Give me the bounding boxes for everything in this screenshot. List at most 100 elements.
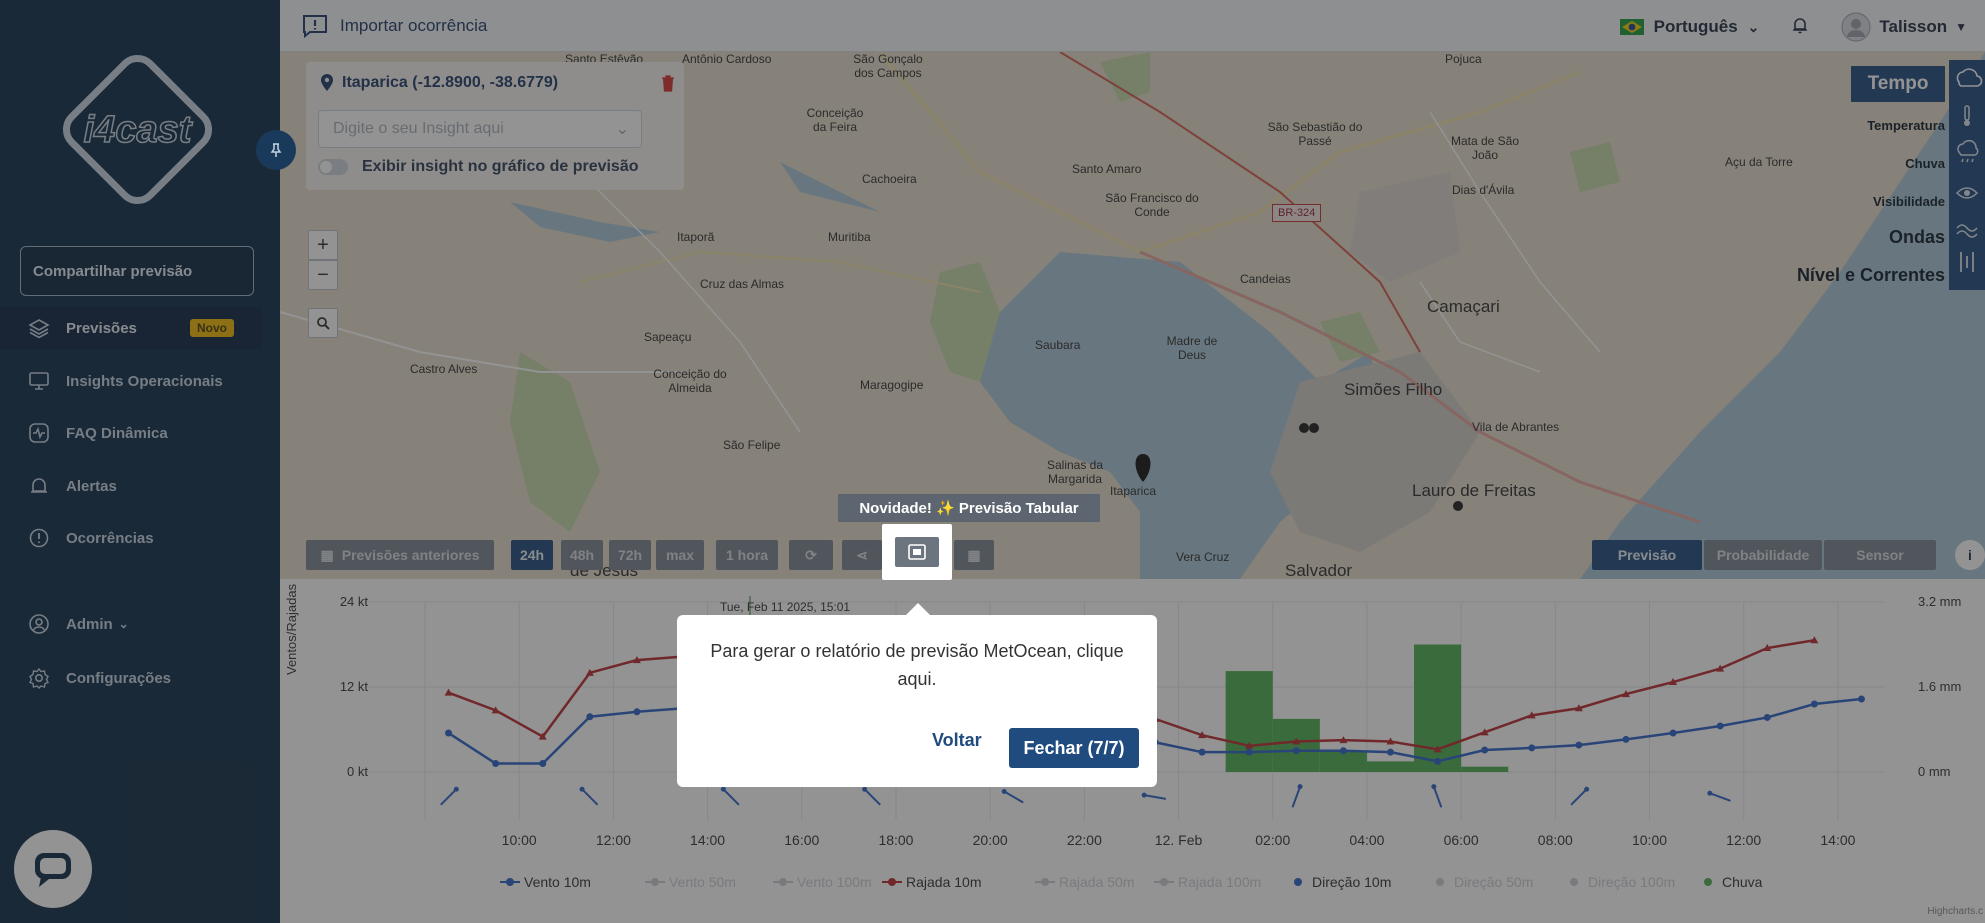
wind-direction-arrow-head [1431,784,1437,790]
map-label: Simões Filho [1344,380,1443,399]
range-24h-button[interactable]: 24h [511,540,553,570]
map-label: São Gonçalo dos Campos [853,52,923,80]
map-label: Castro Alves [410,362,478,376]
insight-toggle[interactable] [318,159,348,175]
layer-visibilidade[interactable]: Visibilidade [1873,194,1945,209]
data-point [444,688,453,696]
mode-probabilidade-button[interactable]: Probabilidade [1704,540,1822,570]
y2-tick-label: 1.6 mm [1918,679,1961,694]
chevron-down-icon: ⌄ [615,121,629,138]
import-occurrence-button[interactable]: Importar ocorrência [302,14,487,38]
map-label: Sapeaçu [644,330,692,344]
table-button[interactable]: ▦ [954,540,994,570]
refresh-button[interactable]: ⟳ [789,540,833,570]
legend-marker [1294,878,1302,886]
tide-icon [1960,252,1974,272]
map-label: Salinas da Margarida [1046,458,1104,486]
range-48h-button[interactable]: 48h [561,540,603,570]
eye-icon [1955,187,1979,199]
back-button[interactable]: Voltar [932,730,982,751]
sidebar-item-faq[interactable]: FAQ Dinâmica [0,412,262,454]
pin-sidebar-button[interactable] [256,130,296,170]
x-tick-label: 12:00 [1726,832,1761,848]
chat-button[interactable] [14,830,92,908]
x-tick-label: 10:00 [1632,832,1667,848]
insight-toggle-row[interactable]: Exibir insight no gráfico de previsão [318,158,639,176]
location-title-text: Itaparica (-12.8900, -38.6779) [342,74,559,91]
gear-icon [28,667,50,689]
sidebar-item-ocorrencias[interactable]: Ocorrências [0,517,262,559]
layer-ondas[interactable]: Ondas [1889,227,1945,248]
layer-nivel-correntes[interactable]: Nível e Correntes [1797,265,1945,286]
insight-input[interactable]: Digite o seu Insight aqui ⌄ [318,110,642,148]
trash-icon[interactable] [660,74,676,97]
sidebar-item-configuracoes[interactable]: Configurações [0,657,262,699]
sidebar-item-alertas[interactable]: Alertas [0,465,262,507]
zoom-in-button[interactable]: + [308,230,338,260]
info-button[interactable]: i [1955,540,1985,570]
close-tour-button[interactable]: Fechar (7/7) [1009,728,1139,768]
wind-direction-arrow-head [1297,784,1303,790]
sidebar-item-insights[interactable]: Insights Operacionais [0,360,262,402]
map-view[interactable]: Santo Estêvão Antônio Cardoso São Gonçal… [280,52,1985,579]
zoom-out-button[interactable]: − [308,260,338,290]
x-tick-label: 16:00 [784,832,819,848]
user-menu[interactable]: Talisson ▼ [1841,12,1967,42]
previous-forecasts-button[interactable]: ▦ Previsões anteriores [306,540,494,570]
x-tick-label: 04:00 [1349,832,1384,848]
legend-marker [1436,878,1444,886]
x-tick-label: 20:00 [973,832,1008,848]
mode-sensor-button[interactable]: Sensor [1824,540,1936,570]
map-label: Mata de São João [1450,134,1520,162]
legend-item: Chuva [1722,874,1763,890]
map-label: Saubara [1035,338,1081,352]
rain-bar [1225,671,1273,772]
data-point [492,760,500,767]
map-label: Candeias [1240,272,1291,286]
logo[interactable]: i4cast [50,42,225,217]
new-badge: Novo [190,319,234,337]
map-label: Vila de Abrantes [1472,420,1560,434]
sidebar-item-admin[interactable]: Admin ⌄ [0,603,262,645]
mode-previsao-button[interactable]: Previsão [1592,540,1702,570]
map-label: Dias d'Ávila [1452,183,1515,197]
wind-direction-arrow-head [1141,792,1147,798]
x-tick-label: 14:00 [690,832,725,848]
range-max-button[interactable]: max [656,540,704,570]
data-point [1339,747,1347,755]
share-forecast-button[interactable]: Compartilhar previsão [20,246,254,296]
tour-message: Para gerar o relatório de previsão MetOc… [710,641,1124,689]
map-label: Muritiba [828,230,871,244]
legend-marker [1570,878,1578,886]
insight-panel: Itaparica (-12.8900, -38.6779) Digite o … [306,62,684,190]
chevron-down-icon: ⌄ [1747,18,1760,35]
layer-tempo[interactable]: Tempo [1851,66,1945,102]
location-title: Itaparica (-12.8900, -38.6779) [320,74,558,92]
wind-direction-arrow-head [1707,790,1713,796]
x-tick-label: 18:00 [878,832,913,848]
sidebar-item-previsoes[interactable]: Previsões Novo [0,307,262,349]
data-point [1434,757,1442,765]
tour-spotlight[interactable] [882,524,952,580]
map-label: Salvador [1285,561,1353,579]
step-button[interactable]: 1 hora [716,540,778,570]
legend-item: Direção 50m [1454,874,1533,890]
caret-down-icon: ▼ [1955,20,1967,34]
range-72h-button[interactable]: 72h [609,540,651,570]
data-point [1198,748,1206,756]
x-tick-label: 12. Feb [1155,832,1203,848]
rain-bar [1272,718,1320,772]
layer-temperatura[interactable]: Temperatura [1867,118,1945,133]
report-pdf-button[interactable] [895,537,939,567]
search-map-button[interactable] [308,308,338,338]
layer-chuva[interactable]: Chuva [1905,156,1945,171]
sidebar-item-label: Configurações [66,669,172,687]
language-selector[interactable]: Português ⌄ [1619,17,1760,37]
svg-text:i4cast: i4cast [84,109,193,151]
tour-popover: Para gerar o relatório de previsão MetOc… [677,603,1157,787]
wind-direction-arrow [1003,790,1024,804]
brazil-flag-icon [1619,19,1644,35]
share-button[interactable]: ⋖ [842,540,882,570]
notifications-button[interactable] [1791,15,1809,40]
novidade-tooltip: Novidade! ✨ Previsão Tabular [838,494,1100,522]
